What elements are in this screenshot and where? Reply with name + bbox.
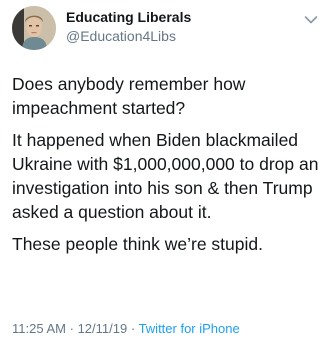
chevron-down-icon bbox=[304, 16, 318, 24]
tweet-metadata: 11:25 AM · 12/11/19 · Twitter for iPhone bbox=[12, 321, 240, 336]
tweet-text: Does anybody remember how impeachment st… bbox=[12, 72, 328, 264]
tweet-source-link[interactable]: Twitter for iPhone bbox=[139, 321, 240, 336]
meta-separator: · bbox=[69, 321, 74, 336]
tweet-paragraph: It happened when Biden blackmailed Ukrai… bbox=[12, 130, 319, 222]
profile-photo-icon bbox=[12, 6, 56, 50]
tweet-paragraph: Does anybody remember how impeachment st… bbox=[12, 74, 246, 118]
tweet-date[interactable]: 12/11/19 bbox=[78, 321, 128, 336]
tweet-time[interactable]: 11:25 AM bbox=[12, 321, 66, 336]
meta-separator: · bbox=[130, 321, 136, 336]
author-handle[interactable]: @Education4Libs bbox=[66, 28, 176, 44]
tweet-paragraph: These people think we’re stupid. bbox=[12, 234, 263, 254]
avatar[interactable] bbox=[12, 6, 56, 50]
tweet-options-button[interactable] bbox=[304, 12, 318, 24]
author-display-name[interactable]: Educating Liberals bbox=[66, 9, 191, 25]
tweet-card: Educating Liberals @Education4Libs Does … bbox=[0, 0, 330, 342]
